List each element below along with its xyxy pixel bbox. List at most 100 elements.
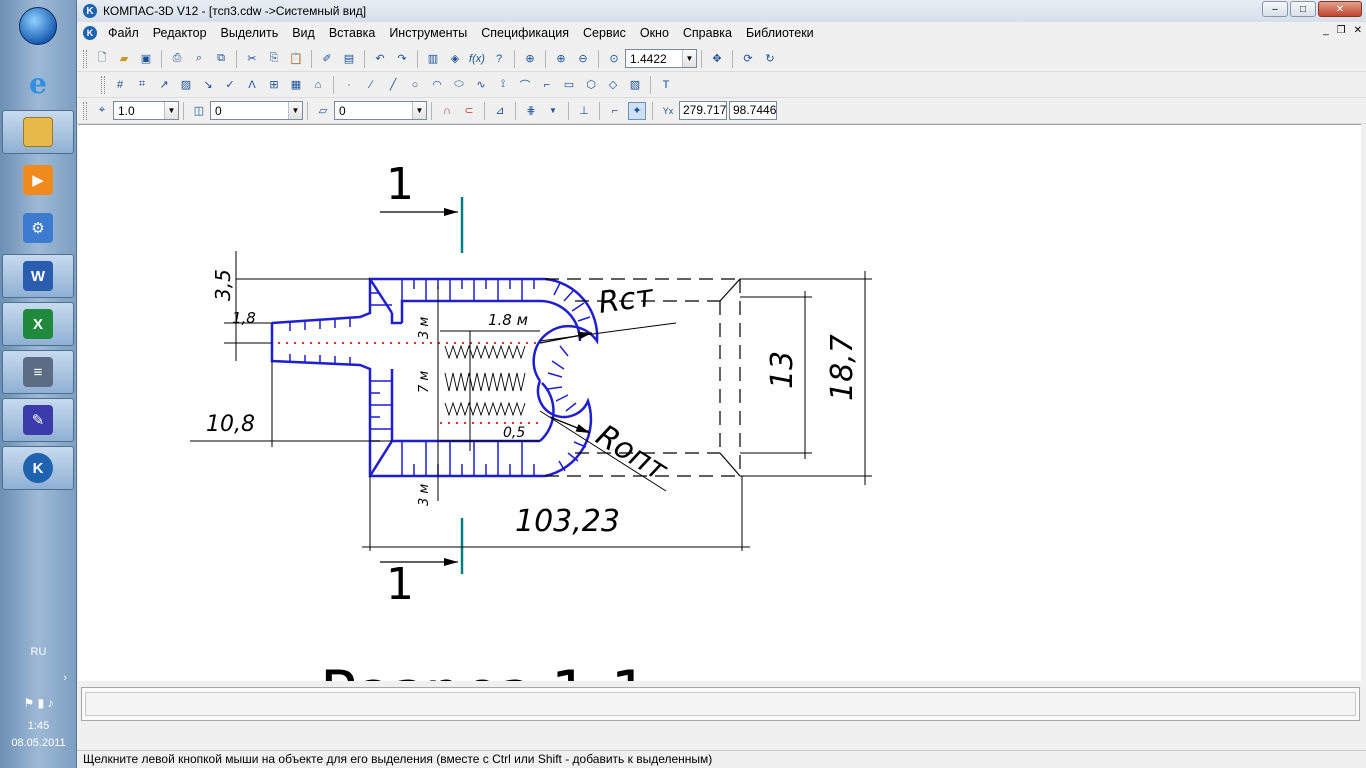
zoom-window-icon[interactable]: ⊕ <box>521 50 539 68</box>
close-button[interactable]: ✕ <box>1318 1 1362 17</box>
zoom-scale-icon[interactable]: ⊙ <box>605 50 623 68</box>
grid-toggle-icon[interactable]: ⋕ <box>522 102 540 120</box>
doc-minimize-button[interactable]: _ <box>1323 25 1329 36</box>
polygon-icon[interactable]: ⬡ <box>582 76 600 94</box>
zoom-in-icon[interactable]: ⊕ <box>552 50 570 68</box>
menu-window[interactable]: Окно <box>633 22 676 44</box>
taskbar-word[interactable]: W <box>2 254 74 298</box>
menu-tools[interactable]: Инструменты <box>382 22 474 44</box>
rebuild-icon[interactable]: ⟳ <box>739 50 757 68</box>
position-icon[interactable]: ⌂ <box>309 76 327 94</box>
chamfer-icon[interactable]: ⌐ <box>538 76 556 94</box>
layer-combo[interactable]: 0 ▼ <box>210 101 303 120</box>
layer-icon[interactable]: ◫ <box>190 102 208 120</box>
menu-specification[interactable]: Спецификация <box>474 22 576 44</box>
toolbar-grip[interactable] <box>101 75 105 94</box>
doc-close-button[interactable]: ✕ <box>1354 25 1362 36</box>
menu-service[interactable]: Сервис <box>576 22 633 44</box>
start-button[interactable] <box>2 4 74 48</box>
spline-icon[interactable]: ∿ <box>472 76 490 94</box>
doc-restore-button[interactable]: ❐ <box>1337 25 1346 36</box>
refresh-view-icon[interactable]: ↻ <box>761 50 779 68</box>
library-icon[interactable]: ◈ <box>446 50 464 68</box>
text-icon[interactable]: Т <box>657 76 675 94</box>
tray-expand-icon[interactable]: › <box>0 672 77 684</box>
snap-icon[interactable]: ⌗ <box>133 76 151 94</box>
point-icon[interactable]: · <box>340 76 358 94</box>
tolerance-icon[interactable]: ⊞ <box>265 76 283 94</box>
help-pointer-icon[interactable]: ? <box>490 50 508 68</box>
offset-icon[interactable]: ⟟ <box>494 76 512 94</box>
language-indicator[interactable]: RU <box>0 646 77 658</box>
taskbar-notepad[interactable]: ≡ <box>2 350 74 394</box>
cut-icon[interactable]: ✂ <box>243 50 261 68</box>
taskbar-explorer[interactable] <box>2 110 74 154</box>
title-bar[interactable]: K КОМПАС-3D V12 - [тсп3.cdw ->Системный … <box>77 0 1366 22</box>
minimize-button[interactable]: – <box>1262 1 1288 17</box>
arc-icon[interactable]: ◠ <box>428 76 446 94</box>
menu-libraries[interactable]: Библиотеки <box>739 22 821 44</box>
zoom-out-icon[interactable]: ⊖ <box>574 50 592 68</box>
layer-dropdown-icon[interactable]: ▼ <box>288 102 302 119</box>
menu-insert[interactable]: Вставка <box>322 22 382 44</box>
taskbar-pen-tool[interactable]: ✎ <box>2 398 74 442</box>
local-snap-icon[interactable]: ⊂ <box>460 102 478 120</box>
segment-icon[interactable]: ╱ <box>384 76 402 94</box>
print-icon[interactable]: ⎙ <box>168 50 186 68</box>
dimension-icon[interactable]: ↗ <box>155 76 173 94</box>
toolbar-grip[interactable] <box>83 49 87 68</box>
toolbar-grip[interactable] <box>83 101 87 120</box>
taskbar-excel[interactable]: X <box>2 302 74 346</box>
orthogonal-mode-icon[interactable]: ⌐ <box>606 102 624 120</box>
taskbar-kompas[interactable]: K <box>2 446 74 490</box>
taskbar-network[interactable]: ⚙ <box>2 206 74 250</box>
rough-icon[interactable]: ✓ <box>221 76 239 94</box>
table-icon[interactable]: ▦ <box>287 76 305 94</box>
contour-icon[interactable]: ◇ <box>604 76 622 94</box>
menu-view[interactable]: Вид <box>285 22 322 44</box>
drawing-canvas[interactable]: 1 1 3,5 1,8 1.8 м 3 м 7 м 0,5 3 м 10,8 1… <box>78 124 1361 681</box>
taskbar-ie[interactable]: e <box>2 61 74 105</box>
grid-dropdown-icon[interactable]: ▼ <box>544 102 562 120</box>
ortho-icon[interactable]: ⊿ <box>491 102 509 120</box>
round-mode-icon[interactable]: ✦ <box>628 101 646 120</box>
clock-time[interactable]: 1:45 <box>0 720 77 732</box>
step-combo[interactable]: 1.0 ▼ <box>113 101 179 120</box>
arrow-icon[interactable]: ↘ <box>199 76 217 94</box>
hatch-fill-icon[interactable]: ▧ <box>626 76 644 94</box>
zoom-dropdown-icon[interactable]: ▼ <box>682 50 696 67</box>
menu-editor[interactable]: Редактор <box>146 22 214 44</box>
grid-icon[interactable]: # <box>111 76 129 94</box>
fillet-icon[interactable]: ⌒ <box>516 76 534 94</box>
cursor-step-icon[interactable]: ⌖ <box>93 102 111 120</box>
open-folder-icon[interactable]: ▰ <box>115 50 133 68</box>
undo-icon[interactable]: ↶ <box>371 50 389 68</box>
coord-x-field[interactable]: 279.717 <box>679 101 727 120</box>
new-document-icon[interactable]: 🗋 <box>93 50 111 68</box>
coord-y-field[interactable]: 98.7446 <box>729 101 777 120</box>
taskbar-media-player[interactable]: ▶ <box>2 158 74 202</box>
coordinate-system-icon[interactable]: ⊥ <box>575 102 593 120</box>
style-icon[interactable]: ▱ <box>314 102 332 120</box>
ellipse-icon[interactable]: ⬭ <box>450 76 468 94</box>
base-icon[interactable]: Λ <box>243 76 261 94</box>
manager-icon[interactable]: ▥ <box>424 50 442 68</box>
paste-icon[interactable]: 📋 <box>287 50 305 68</box>
menu-help[interactable]: Справка <box>676 22 739 44</box>
menu-select[interactable]: Выделить <box>214 22 286 44</box>
copy-format-icon[interactable]: ⧉ <box>212 50 230 68</box>
copy-icon[interactable]: ⎘ <box>265 50 283 68</box>
rectangle-icon[interactable]: ▭ <box>560 76 578 94</box>
variables-icon[interactable]: f(x) <box>468 50 486 68</box>
style-dropdown-icon[interactable]: ▼ <box>412 102 426 119</box>
menu-file[interactable]: Файл <box>101 22 146 44</box>
tray-icons[interactable]: ⚑ ▮ ♪ <box>0 696 77 710</box>
redo-icon[interactable]: ↷ <box>393 50 411 68</box>
clock-date[interactable]: 08.05.2011 <box>0 737 77 749</box>
circle-icon[interactable]: ○ <box>406 76 424 94</box>
pan-icon[interactable]: ✥ <box>708 50 726 68</box>
properties-icon[interactable]: ▤ <box>340 50 358 68</box>
snap-magnet-icon[interactable]: ∩ <box>438 102 456 120</box>
hatch-icon[interactable]: ▨ <box>177 76 195 94</box>
command-area[interactable] <box>85 692 1356 716</box>
